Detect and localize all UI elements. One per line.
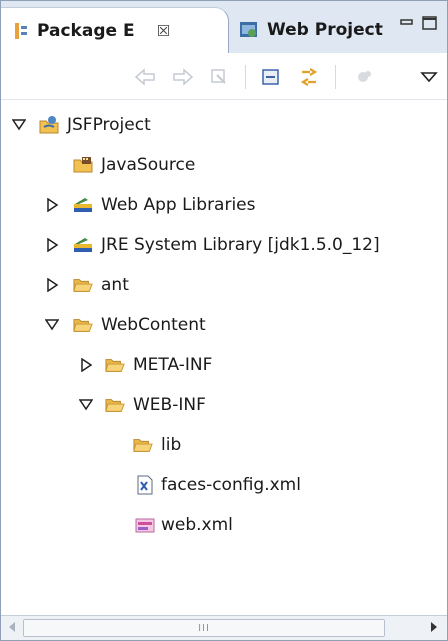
toolbar-separator	[245, 65, 246, 89]
scroll-left-icon[interactable]	[3, 618, 21, 636]
tree-item-jre-system-library[interactable]: JRE System Library [jdk1.5.0_12]	[1, 227, 441, 263]
folder-icon	[73, 315, 93, 335]
folder-icon	[133, 435, 153, 455]
package-explorer-view: Package E ☒ Web Project JSFProject JavaS…	[0, 0, 448, 641]
expanded-twisty-icon[interactable]	[12, 118, 26, 132]
tab-label: Web Project	[267, 20, 383, 40]
tree-item-label: WEB-INF	[133, 395, 206, 415]
tree-item-webcontent[interactable]: WebContent	[1, 307, 441, 343]
tree-item-label: WebContent	[101, 315, 206, 335]
tree-item-label: ant	[101, 275, 129, 295]
horizontal-scrollbar[interactable]: III	[1, 615, 447, 640]
forward-icon[interactable]	[171, 65, 195, 89]
toolbar-separator	[335, 65, 336, 89]
filter-icon[interactable]	[353, 65, 377, 89]
tree-item-jsfproject[interactable]: JSFProject	[1, 107, 441, 143]
web-xml-icon	[135, 515, 155, 535]
tree-item-label: JSFProject	[67, 115, 151, 135]
view-toolbar	[1, 53, 447, 100]
scrollbar-thumb[interactable]: III	[23, 619, 385, 637]
tree-item-label: web.xml	[161, 515, 233, 535]
project-tree: JSFProject JavaSource Web App Libraries	[1, 107, 447, 607]
web-project-icon	[239, 20, 259, 40]
source-folder-icon	[73, 155, 93, 175]
scroll-right-icon[interactable]	[425, 618, 443, 636]
tab-web-project[interactable]: Web Project	[229, 7, 389, 53]
tree-item-javasource[interactable]: JavaSource	[1, 147, 441, 183]
folder-icon	[105, 395, 125, 415]
tab-package-explorer[interactable]: Package E ☒	[1, 7, 229, 53]
collapsed-twisty-icon[interactable]	[45, 278, 59, 292]
collapsed-twisty-icon[interactable]	[79, 358, 93, 372]
go-into-icon[interactable]	[207, 65, 231, 89]
tree-item-label: JavaSource	[101, 155, 196, 175]
tab-strip: Package E ☒ Web Project	[1, 1, 447, 53]
tree-item-web-inf[interactable]: WEB-INF	[1, 387, 441, 423]
package-explorer-icon	[13, 22, 29, 40]
tree-item-label: lib	[161, 435, 182, 455]
collapsed-twisty-icon[interactable]	[45, 198, 59, 212]
tree-item-faces-config[interactable]: faces-config.xml	[1, 467, 441, 503]
library-icon	[73, 195, 93, 215]
expanded-twisty-icon[interactable]	[45, 318, 59, 332]
tree-item-label: Web App Libraries	[101, 195, 256, 215]
close-icon[interactable]: ☒	[157, 22, 170, 40]
folder-icon	[105, 355, 125, 375]
tab-label: Package E	[37, 20, 135, 41]
minimize-icon[interactable]	[399, 15, 415, 29]
link-with-editor-icon[interactable]	[297, 65, 321, 89]
expanded-twisty-icon[interactable]	[79, 398, 93, 412]
tree-item-web-xml[interactable]: web.xml	[1, 507, 441, 543]
tree-item-label: JRE System Library [jdk1.5.0_12]	[101, 235, 380, 255]
scrollbar-grip: III	[198, 622, 210, 634]
tree-item-ant[interactable]: ant	[1, 267, 441, 303]
tree-item-label: META-INF	[133, 355, 213, 375]
tree-item-meta-inf[interactable]: META-INF	[1, 347, 441, 383]
collapse-all-icon[interactable]	[259, 65, 283, 89]
maximize-icon[interactable]	[421, 15, 439, 31]
tree-item-label: faces-config.xml	[161, 475, 301, 495]
back-icon[interactable]	[133, 65, 157, 89]
xml-file-icon	[135, 475, 155, 495]
tree-item-lib[interactable]: lib	[1, 427, 441, 463]
project-icon	[39, 115, 59, 135]
library-icon	[73, 235, 93, 255]
collapsed-twisty-icon[interactable]	[45, 238, 59, 252]
folder-icon	[73, 275, 93, 295]
tree-item-web-app-libraries[interactable]: Web App Libraries	[1, 187, 441, 223]
view-menu-icon[interactable]	[417, 65, 441, 89]
